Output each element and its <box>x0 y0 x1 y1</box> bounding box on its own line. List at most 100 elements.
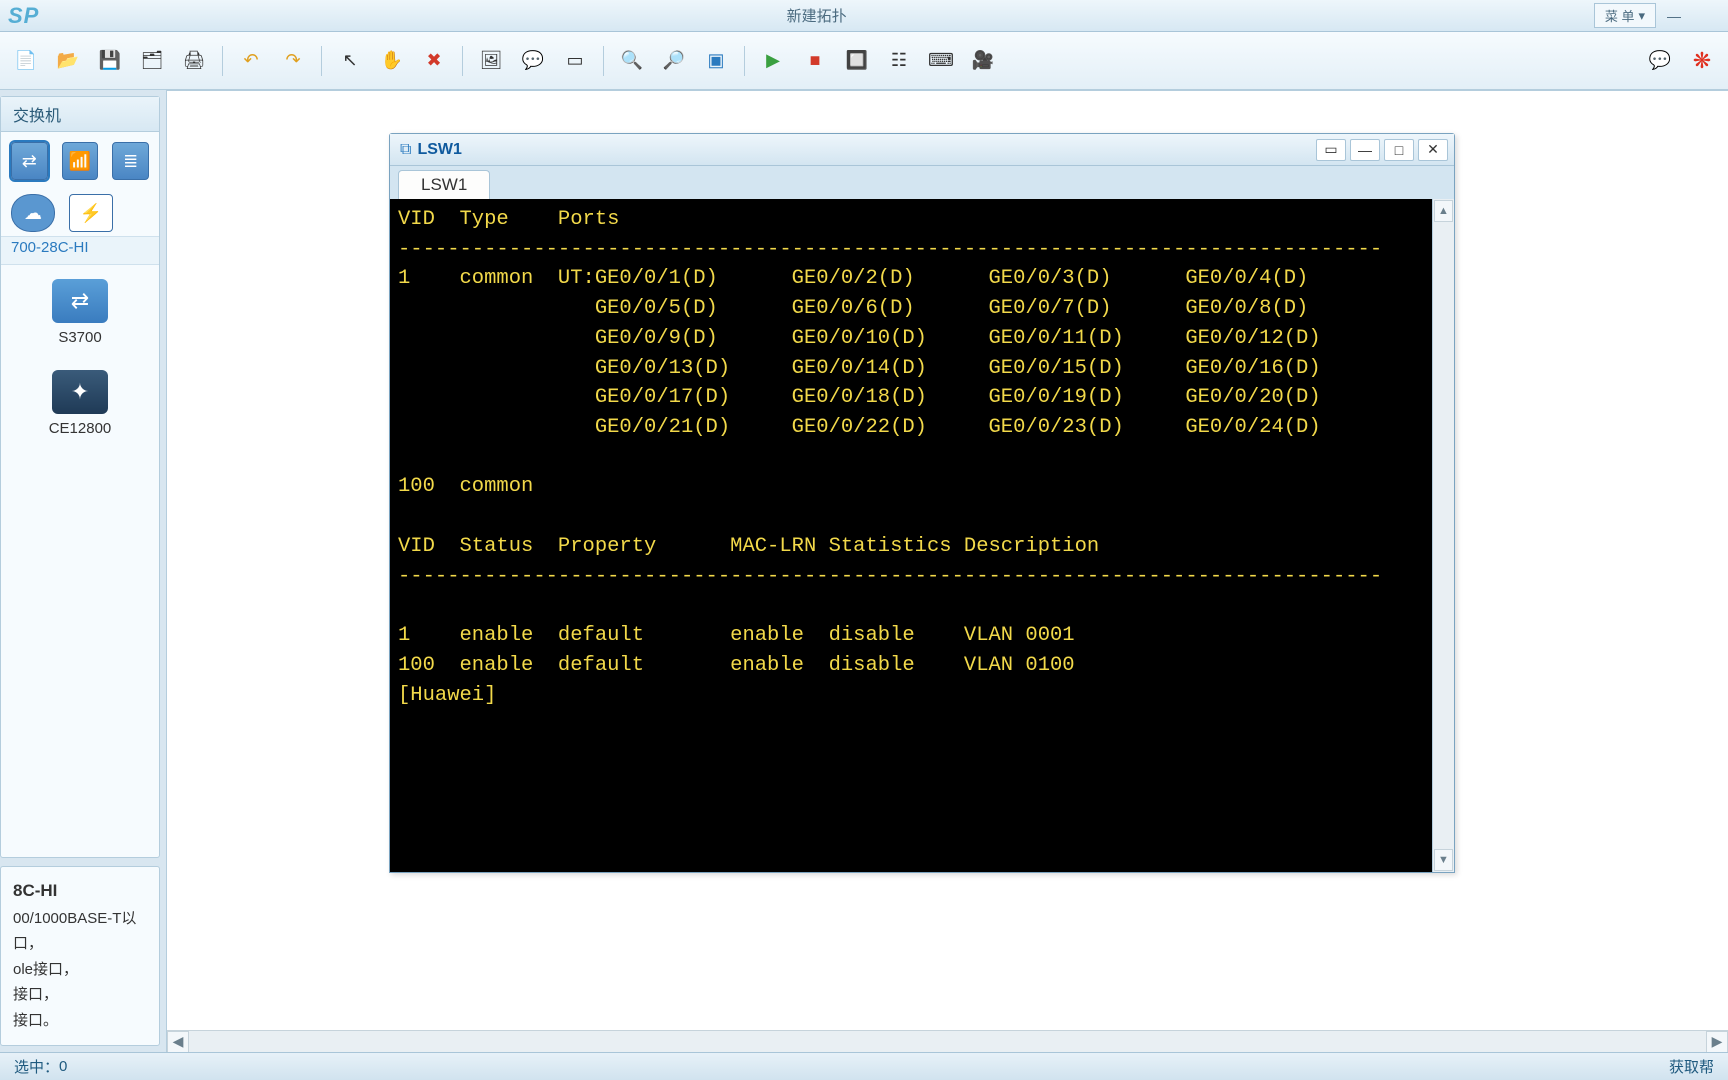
lightning-icon: ⚡ <box>80 203 102 224</box>
fit-button[interactable]: ▣ <box>698 43 734 79</box>
device-category-link[interactable]: ⚡ <box>69 194 113 232</box>
info-line: 接口。 <box>13 1008 147 1034</box>
app-close-placeholder <box>1692 5 1720 27</box>
redo-icon: ↷ <box>285 50 300 71</box>
saveas-button[interactable]: 🗂 <box>134 43 170 79</box>
pointer-button[interactable]: ↖ <box>332 43 368 79</box>
toolbar-separator <box>603 46 604 76</box>
video-icon: 🎥 <box>972 50 994 71</box>
screenshot-button[interactable]: 🖼 <box>473 43 509 79</box>
terminal-option-button[interactable]: ▭ <box>1316 139 1346 161</box>
terminal-minimize-button[interactable]: — <box>1350 139 1380 161</box>
terminal-tab[interactable]: LSW1 <box>398 170 490 199</box>
status-help-link[interactable]: 获取帮 <box>1669 1056 1714 1077</box>
text-button[interactable]: 💬 <box>515 43 551 79</box>
capture-button[interactable]: 🔲 <box>839 43 875 79</box>
canvas-horizontal-scrollbar[interactable]: ◀ ▶ <box>167 1030 1728 1052</box>
save-button[interactable]: 💾 <box>92 43 128 79</box>
app-title: 新建拓扑 <box>39 5 1593 26</box>
zoomin-icon: 🔍 <box>621 50 643 71</box>
terminal-output[interactable]: VID Type Ports -------------------------… <box>390 199 1432 872</box>
device-item-s3700[interactable]: ⇄ S3700 <box>11 279 149 346</box>
delete-button[interactable]: ✖ <box>416 43 452 79</box>
saveas-icon: 🗂 <box>141 50 164 71</box>
device-model-selected[interactable]: 700-28C-HI <box>1 236 159 265</box>
terminal-scrollbar[interactable]: ▲ ▼ <box>1432 199 1454 872</box>
pan-button[interactable]: ✋ <box>374 43 410 79</box>
cloud-icon: ☁ <box>24 203 42 224</box>
scroll-left-icon[interactable]: ◀ <box>167 1031 189 1053</box>
status-bar: 选中： 0 获取帮 <box>0 1052 1728 1080</box>
chat-button[interactable]: 💬 <box>1642 43 1678 79</box>
scroll-down-icon[interactable]: ▼ <box>1434 849 1453 871</box>
stop-icon: ■ <box>810 50 821 71</box>
zoomin-button[interactable]: 🔍 <box>614 43 650 79</box>
device-category-cloud[interactable]: ☁ <box>11 194 55 232</box>
print-icon: 🖨 <box>183 50 206 71</box>
topology-button[interactable]: ☷ <box>881 43 917 79</box>
terminal-window: ⧉ LSW1 ▭ — □ ✕ LSW1 VID Type Ports -----… <box>389 133 1455 873</box>
dropdown-icon: ▾ <box>1638 8 1645 24</box>
menu-label: 菜 单 <box>1605 6 1635 25</box>
device-category-switch[interactable]: ⇄ <box>11 142 48 180</box>
print-button[interactable]: 🖨 <box>176 43 212 79</box>
toolbar-separator <box>462 46 463 76</box>
open-icon: 📂 <box>57 50 79 71</box>
terminal-close-button[interactable]: ✕ <box>1418 139 1448 161</box>
topology-icon: ☷ <box>891 50 907 71</box>
app-minimize-button[interactable]: — <box>1660 5 1688 27</box>
sidebar: 交换机 ⇄ 📶 ≣ ☁ ⚡ 700-28C-HI ⇄ S3700 ✦ CE128… <box>0 90 166 1052</box>
zoomout-icon: 🔎 <box>663 50 685 71</box>
new-icon: 📄 <box>15 50 37 71</box>
terminal-tabs: LSW1 <box>390 166 1454 199</box>
capture-icon: 🔲 <box>846 50 868 71</box>
status-selection-count: 0 <box>59 1058 67 1075</box>
pointer-icon: ↖ <box>342 50 357 71</box>
undo-icon: ↶ <box>243 50 258 71</box>
menu-button[interactable]: 菜 单 ▾ <box>1594 3 1656 28</box>
toolbar: 📄 📂 💾 🗂 🖨 ↶ ↷ ↖ ✋ ✖ 🖼 💬 ▭ 🔍 🔎 ▣ ▶ ■ 🔲 ☷ … <box>0 32 1728 90</box>
toolbar-separator <box>744 46 745 76</box>
topology-canvas[interactable]: ⧉ LSW1 ▭ — □ ✕ LSW1 VID Type Ports -----… <box>166 90 1728 1052</box>
info-line: ole接口， <box>13 957 147 983</box>
save-icon: 💾 <box>99 50 121 71</box>
app-titlebar: SP 新建拓扑 菜 单 ▾ — <box>0 0 1728 32</box>
window-list-icon: ▭ <box>1324 141 1337 158</box>
device-label: CE12800 <box>49 420 112 437</box>
core-switch-icon: ✦ <box>52 370 108 414</box>
device-category-wlan[interactable]: 📶 <box>62 142 99 180</box>
info-line: 00/1000BASE-T以 <box>13 906 147 932</box>
stop-button[interactable]: ■ <box>797 43 833 79</box>
device-info-panel: 8C-HI 00/1000BASE-T以 口， ole接口， 接口， 接口。 <box>0 866 160 1046</box>
undo-button[interactable]: ↶ <box>233 43 269 79</box>
terminal-maximize-button[interactable]: □ <box>1384 139 1414 161</box>
scroll-up-icon[interactable]: ▲ <box>1434 200 1453 222</box>
switch-icon: ⇄ <box>22 151 37 172</box>
status-selection-label: 选中： <box>14 1056 59 1077</box>
palette-icon: ▭ <box>566 50 583 71</box>
firewall-icon: ≣ <box>123 151 138 172</box>
chat-icon: 💬 <box>1649 50 1671 71</box>
device-item-ce12800[interactable]: ✦ CE12800 <box>11 370 149 437</box>
toolbar-separator <box>321 46 322 76</box>
antenna-icon: 📶 <box>69 151 91 172</box>
delete-icon: ✖ <box>426 50 441 71</box>
palette-button[interactable]: ▭ <box>557 43 593 79</box>
open-button[interactable]: 📂 <box>50 43 86 79</box>
info-line: 口， <box>13 931 147 957</box>
scroll-right-icon[interactable]: ▶ <box>1706 1031 1728 1053</box>
terminal-titlebar[interactable]: ⧉ LSW1 ▭ — □ ✕ <box>390 134 1454 166</box>
terminal-title: LSW1 <box>417 141 1312 159</box>
toolbar-separator <box>222 46 223 76</box>
device-category-firewall[interactable]: ≣ <box>112 142 149 180</box>
redo-button[interactable]: ↷ <box>275 43 311 79</box>
switch-device-icon: ⇄ <box>52 279 108 323</box>
video-button[interactable]: 🎥 <box>965 43 1001 79</box>
start-button[interactable]: ▶ <box>755 43 791 79</box>
cli-button[interactable]: ⌨ <box>923 43 959 79</box>
play-icon: ▶ <box>766 50 780 71</box>
zoomout-button[interactable]: 🔎 <box>656 43 692 79</box>
new-button[interactable]: 📄 <box>8 43 44 79</box>
huawei-logo-icon: ❋ <box>1684 43 1720 79</box>
device-palette-panel: 交换机 ⇄ 📶 ≣ ☁ ⚡ 700-28C-HI ⇄ S3700 ✦ CE128… <box>0 96 160 858</box>
